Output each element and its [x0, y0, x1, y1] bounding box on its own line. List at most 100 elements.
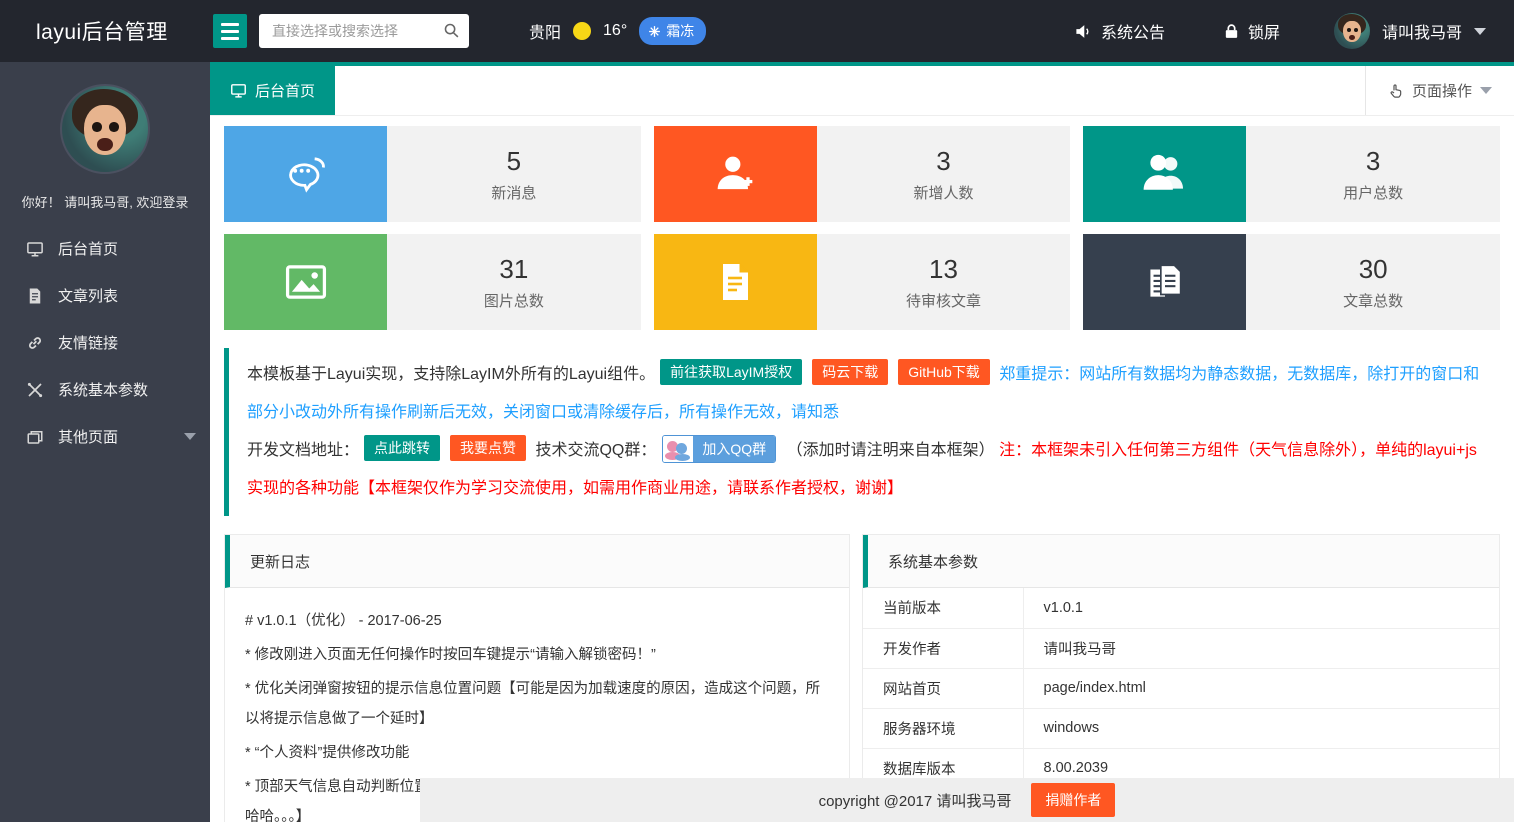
- sidebar: 你好！ 请叫我马哥, 欢迎登录 后台首页 文章列表: [0, 62, 210, 822]
- search-icon[interactable]: [443, 22, 460, 39]
- qq-note: （添加时请注明来自本框架）: [787, 442, 995, 459]
- files-icon: [1083, 234, 1246, 330]
- doc-address-label: 开发文档地址：: [247, 442, 359, 459]
- user-add-icon: [654, 126, 817, 222]
- sidebar-item-label: 文章列表: [58, 285, 118, 306]
- stat-value: 30: [1359, 254, 1388, 285]
- stat-value: 3: [936, 146, 950, 177]
- hand-pointer-icon: [1388, 83, 1404, 99]
- pages-icon: [26, 428, 48, 446]
- sidebar-item-links[interactable]: 友情链接: [0, 319, 210, 366]
- snowflake-icon: [648, 25, 661, 38]
- notice-panel: 本模板基于Layui实现，支持除LayIM外所有的Layui组件。前往获取Lay…: [224, 348, 1500, 516]
- weather-alert-badge[interactable]: 霜冻: [639, 17, 706, 45]
- chevron-down-icon: [1474, 28, 1486, 35]
- changelog-line: * 优化关闭弹窗按钮的提示信息位置问题【可能是因为加载速度的原因，造成这个问题，…: [245, 674, 829, 734]
- link-icon: [26, 334, 48, 352]
- sidebar-avatar[interactable]: [60, 84, 150, 174]
- lock-screen-button[interactable]: 锁屏: [1223, 19, 1280, 43]
- weather-temperature: 16°: [603, 22, 627, 40]
- sun-icon: [573, 22, 591, 40]
- header-search: [259, 14, 469, 48]
- page-actions-dropdown[interactable]: 页面操作: [1365, 66, 1514, 115]
- sidebar-menu: 后台首页 文章列表 友情链接: [0, 225, 210, 460]
- system-params-title: 系统基本参数: [863, 535, 1499, 588]
- donate-button[interactable]: 捐赠作者: [1031, 783, 1115, 817]
- stat-label: 文章总数: [1343, 290, 1403, 311]
- system-announcement-button[interactable]: 系统公告: [1074, 19, 1165, 43]
- tab-bar: 后台首页 页面操作: [210, 66, 1514, 116]
- search-input[interactable]: [259, 14, 469, 48]
- stat-label: 用户总数: [1343, 182, 1403, 203]
- stat-value: 3: [1366, 146, 1380, 177]
- stat-card-total-images[interactable]: 31 图片总数: [224, 234, 641, 330]
- app-logo: layui后台管理: [0, 16, 210, 46]
- hamburger-icon: [221, 23, 239, 26]
- tools-icon: [26, 381, 48, 399]
- main-area: 后台首页 页面操作: [210, 62, 1514, 822]
- tab-home-active[interactable]: 后台首页: [210, 66, 335, 115]
- weather-widget: 贵阳 16° 霜冻: [529, 17, 706, 45]
- monitor-icon: [230, 82, 247, 99]
- github-download-button[interactable]: GitHub下载: [898, 359, 990, 385]
- sidebar-greeting: 你好！ 请叫我马哥, 欢迎登录: [0, 192, 210, 211]
- stat-label: 新增人数: [913, 182, 973, 203]
- stat-value: 5: [507, 146, 521, 177]
- table-row: 服务器环境windows: [863, 708, 1499, 748]
- copyright-text: copyright @2017 请叫我马哥: [819, 790, 1012, 811]
- stat-card-total-articles[interactable]: 30 文章总数: [1083, 234, 1500, 330]
- join-qq-group-button[interactable]: 加入QQ群: [662, 435, 776, 463]
- qq-people-icon: [663, 436, 693, 462]
- content: 5 新消息 3 新增人数: [210, 116, 1514, 822]
- sidebar-item-label: 其他页面: [58, 426, 118, 447]
- monitor-icon: [26, 240, 48, 258]
- stat-card-pending-articles[interactable]: 13 待审核文章: [654, 234, 1071, 330]
- stat-card-total-users[interactable]: 3 用户总数: [1083, 126, 1500, 222]
- sidebar-item-other-pages[interactable]: 其他页面: [0, 413, 210, 460]
- table-row: 开发作者请叫我马哥: [863, 628, 1499, 668]
- footer: copyright @2017 请叫我马哥 捐赠作者: [420, 778, 1514, 822]
- user-menu[interactable]: 请叫我马哥: [1334, 13, 1486, 49]
- weather-city: 贵阳: [529, 19, 561, 43]
- stats-cards: 5 新消息 3 新增人数: [224, 126, 1500, 330]
- stat-card-new-users[interactable]: 3 新增人数: [654, 126, 1071, 222]
- speaker-icon: [1074, 22, 1093, 41]
- file-icon: [654, 234, 817, 330]
- lock-icon: [1223, 23, 1240, 40]
- document-icon: [26, 287, 48, 305]
- chevron-down-icon: [184, 433, 196, 440]
- stat-value: 31: [499, 254, 528, 285]
- sidebar-item-label: 后台首页: [58, 238, 118, 259]
- sidebar-item-articles[interactable]: 文章列表: [0, 272, 210, 319]
- app-window: layui后台管理 贵阳 16° 霜冻: [0, 0, 1514, 822]
- sidebar-item-label: 友情链接: [58, 332, 118, 353]
- username: 请叫我马哥: [1382, 19, 1462, 43]
- hamburger-menu-button[interactable]: [213, 14, 247, 48]
- changelog-line: # v1.0.1（优化） - 2017-06-25: [245, 606, 829, 636]
- stat-label: 图片总数: [484, 290, 544, 311]
- sidebar-item-home[interactable]: 后台首页: [0, 225, 210, 272]
- stat-label: 新消息: [491, 182, 536, 203]
- sidebar-item-label: 系统基本参数: [58, 379, 148, 400]
- changelog-line: * 修改刚进入页面无任何操作时按回车键提示“请输入解锁密码！”: [245, 640, 829, 670]
- sidebar-item-system-params[interactable]: 系统基本参数: [0, 366, 210, 413]
- table-row: 网站首页page/index.html: [863, 668, 1499, 708]
- changelog-line: * “个人资料”提供修改功能: [245, 738, 829, 768]
- top-header: layui后台管理 贵阳 16° 霜冻: [0, 0, 1514, 62]
- chat-icon: [224, 126, 387, 222]
- layim-auth-button[interactable]: 前往获取LayIM授权: [660, 359, 802, 385]
- doc-jump-button[interactable]: 点此跳转: [364, 435, 440, 461]
- user-avatar: [1334, 13, 1370, 49]
- stat-label: 待审核文章: [906, 290, 981, 311]
- header-right: 系统公告 锁屏 请叫我马哥: [1074, 13, 1514, 49]
- like-button[interactable]: 我要点赞: [450, 435, 526, 461]
- notice-intro: 本模板基于Layui实现，支持除LayIM外所有的Layui组件。: [247, 366, 655, 383]
- stat-card-new-messages[interactable]: 5 新消息: [224, 126, 641, 222]
- qq-group-label: 技术交流QQ群：: [535, 442, 656, 459]
- gitee-download-button[interactable]: 码云下载: [812, 359, 888, 385]
- stat-value: 13: [929, 254, 958, 285]
- table-row: 当前版本v1.0.1: [863, 588, 1499, 628]
- changelog-title: 更新日志: [225, 535, 849, 588]
- users-icon: [1083, 126, 1246, 222]
- chevron-down-icon: [1480, 87, 1492, 94]
